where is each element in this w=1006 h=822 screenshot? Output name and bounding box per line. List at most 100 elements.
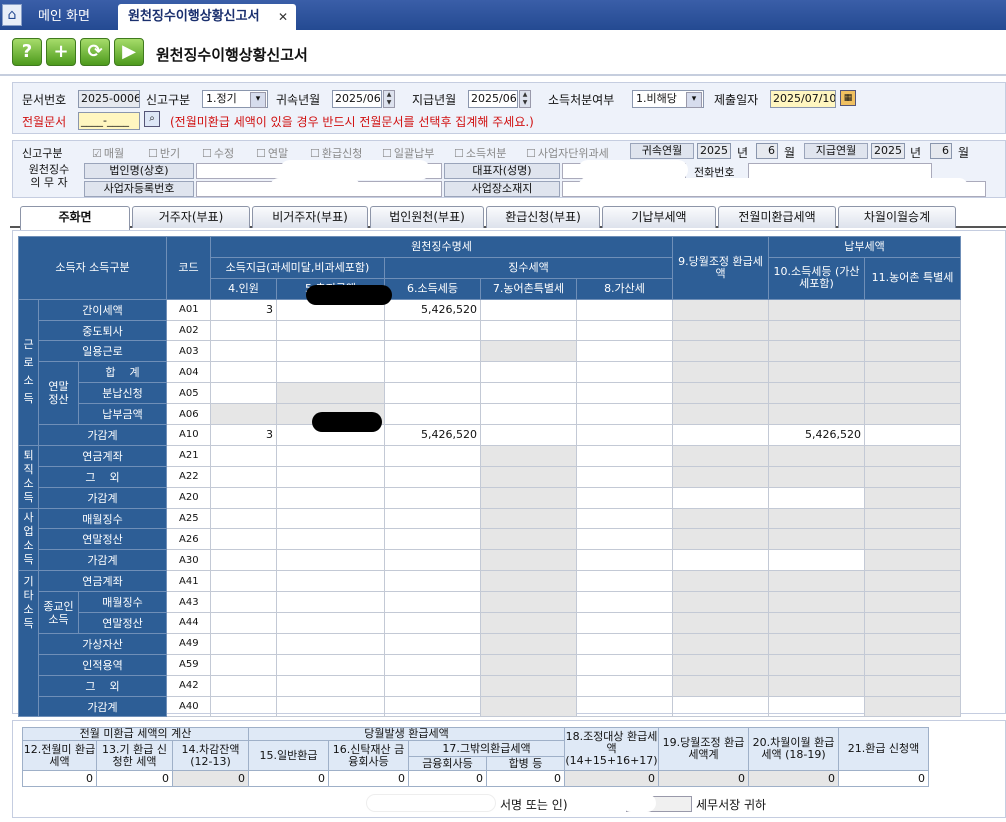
cell-c10[interactable] — [768, 549, 865, 572]
value-12[interactable]: 0 — [22, 770, 97, 787]
cell-c8[interactable] — [576, 695, 673, 718]
value-21[interactable]: 0 — [838, 770, 929, 787]
cell-c7[interactable] — [480, 403, 577, 426]
cell-c5[interactable] — [276, 612, 385, 634]
subtab-refund[interactable]: 환급신청(부표) — [486, 206, 600, 228]
search-icon[interactable]: ⌕ — [144, 111, 160, 127]
cell-c5[interactable] — [276, 340, 385, 363]
cell-c8[interactable] — [576, 319, 673, 342]
cell-c6[interactable] — [384, 591, 481, 614]
cell-c8[interactable] — [576, 424, 673, 446]
cell-c8[interactable] — [576, 549, 673, 572]
cell-c8[interactable] — [576, 298, 673, 321]
belong-month-field[interactable]: 6 — [756, 143, 778, 159]
cell-c8[interactable] — [576, 612, 673, 634]
close-tab-icon[interactable]: ✕ — [278, 10, 288, 24]
cell-c7[interactable] — [480, 298, 577, 321]
cell-c5[interactable] — [276, 549, 385, 572]
cell-c7[interactable] — [480, 424, 577, 446]
cell-c10[interactable]: 5,426,520 — [768, 424, 865, 446]
phone-field[interactable] — [748, 163, 932, 179]
flag-unit-tax[interactable]: 사업자단위과세 — [526, 145, 609, 161]
cell-c7[interactable] — [480, 361, 577, 384]
cell-c10[interactable] — [768, 486, 865, 509]
cell-c6[interactable]: 5,426,520 — [384, 424, 481, 446]
run-button[interactable]: ▶ — [114, 38, 144, 66]
cell-c6[interactable] — [384, 570, 481, 593]
cell-c4[interactable] — [210, 319, 277, 342]
cell-c8[interactable] — [576, 382, 673, 405]
cell-c5[interactable] — [276, 528, 385, 551]
cell-c8[interactable] — [576, 632, 673, 655]
cell-c6[interactable] — [384, 695, 481, 718]
cell-c4[interactable] — [210, 382, 277, 405]
cell-c7[interactable] — [480, 382, 577, 405]
cell-c5[interactable] — [276, 632, 385, 655]
pay-year-field[interactable]: 2025 — [871, 143, 905, 159]
cell-c8[interactable] — [576, 507, 673, 530]
cell-c9[interactable] — [672, 486, 769, 509]
cell-c6[interactable] — [384, 382, 481, 405]
cell-c4[interactable] — [210, 507, 277, 530]
cell-c4[interactable] — [210, 528, 277, 551]
cell-c6[interactable] — [384, 361, 481, 384]
cell-c5[interactable] — [276, 591, 385, 614]
cell-c8[interactable] — [576, 674, 673, 697]
cell-c6[interactable] — [384, 486, 481, 509]
cell-c6[interactable] — [384, 340, 481, 363]
cell-c4[interactable] — [210, 340, 277, 363]
cell-c4[interactable] — [210, 674, 277, 697]
cell-c6[interactable] — [384, 612, 481, 634]
cell-c6[interactable] — [384, 674, 481, 697]
cell-c6[interactable]: 5,426,520 — [384, 298, 481, 321]
cell-c8[interactable] — [576, 361, 673, 384]
cell-c5[interactable] — [276, 653, 385, 676]
doc-no-field[interactable]: 2025-0006 — [78, 90, 140, 108]
cell-c8[interactable] — [576, 570, 673, 593]
cell-c4[interactable] — [210, 549, 277, 572]
flag-income-disp[interactable]: 소득처분 — [454, 145, 506, 161]
cell-c8[interactable] — [576, 444, 673, 467]
cell-c6[interactable] — [384, 653, 481, 676]
flag-bulk-pay[interactable]: 일괄납부 — [382, 145, 434, 161]
subtab-prev-unrefunded[interactable]: 전월미환급세액 — [718, 206, 836, 228]
cell-c9[interactable] — [672, 424, 769, 446]
cell-c8[interactable] — [576, 340, 673, 363]
cell-c5[interactable] — [276, 319, 385, 342]
cell-c6[interactable] — [384, 528, 481, 551]
flag-halfyear[interactable]: 반기 — [148, 145, 180, 161]
cell-c6[interactable] — [384, 549, 481, 572]
flag-amend[interactable]: 수정 — [202, 145, 234, 161]
cell-c8[interactable] — [576, 528, 673, 551]
belong-ym-field[interactable]: 2025/06 — [332, 90, 382, 108]
cell-c4[interactable]: 3 — [210, 424, 277, 446]
cell-c4[interactable] — [210, 465, 277, 488]
cell-c4[interactable] — [210, 570, 277, 593]
income-disp-select[interactable]: 1.비해당 — [632, 90, 704, 108]
cell-c7[interactable] — [480, 319, 577, 342]
flag-refund-apply[interactable]: 환급신청 — [310, 145, 362, 161]
subtab-resident[interactable]: 거주자(부표) — [132, 206, 250, 228]
cell-c4[interactable] — [210, 591, 277, 614]
submit-date-field[interactable]: 2025/07/10 — [770, 90, 836, 108]
flag-monthly[interactable]: 매월 — [92, 145, 124, 161]
tab-main-screen[interactable]: 메인 화면 — [28, 4, 116, 30]
cell-c9[interactable] — [672, 695, 769, 718]
belong-ym-spinner-icon[interactable]: ▲ ▼ — [383, 90, 395, 108]
value-17a[interactable]: 0 — [408, 770, 487, 787]
cell-c4[interactable] — [210, 653, 277, 676]
subtab-corp[interactable]: 법인원천(부표) — [370, 206, 484, 228]
cell-c10[interactable] — [768, 695, 865, 718]
value-17b[interactable]: 0 — [486, 770, 565, 787]
flag-yearend[interactable]: 연말 — [256, 145, 288, 161]
pay-month-field[interactable]: 6 — [930, 143, 952, 159]
cell-c8[interactable] — [576, 486, 673, 509]
calendar-icon[interactable]: ▦ — [840, 90, 856, 106]
cell-c6[interactable] — [384, 444, 481, 467]
subtab-prepaid[interactable]: 기납부세액 — [602, 206, 716, 228]
cell-c4[interactable] — [210, 632, 277, 655]
cell-c4[interactable] — [210, 612, 277, 634]
prev-doc-field[interactable]: ____-____ — [78, 112, 140, 130]
cell-c9[interactable] — [672, 549, 769, 572]
cell-c4[interactable] — [210, 444, 277, 467]
